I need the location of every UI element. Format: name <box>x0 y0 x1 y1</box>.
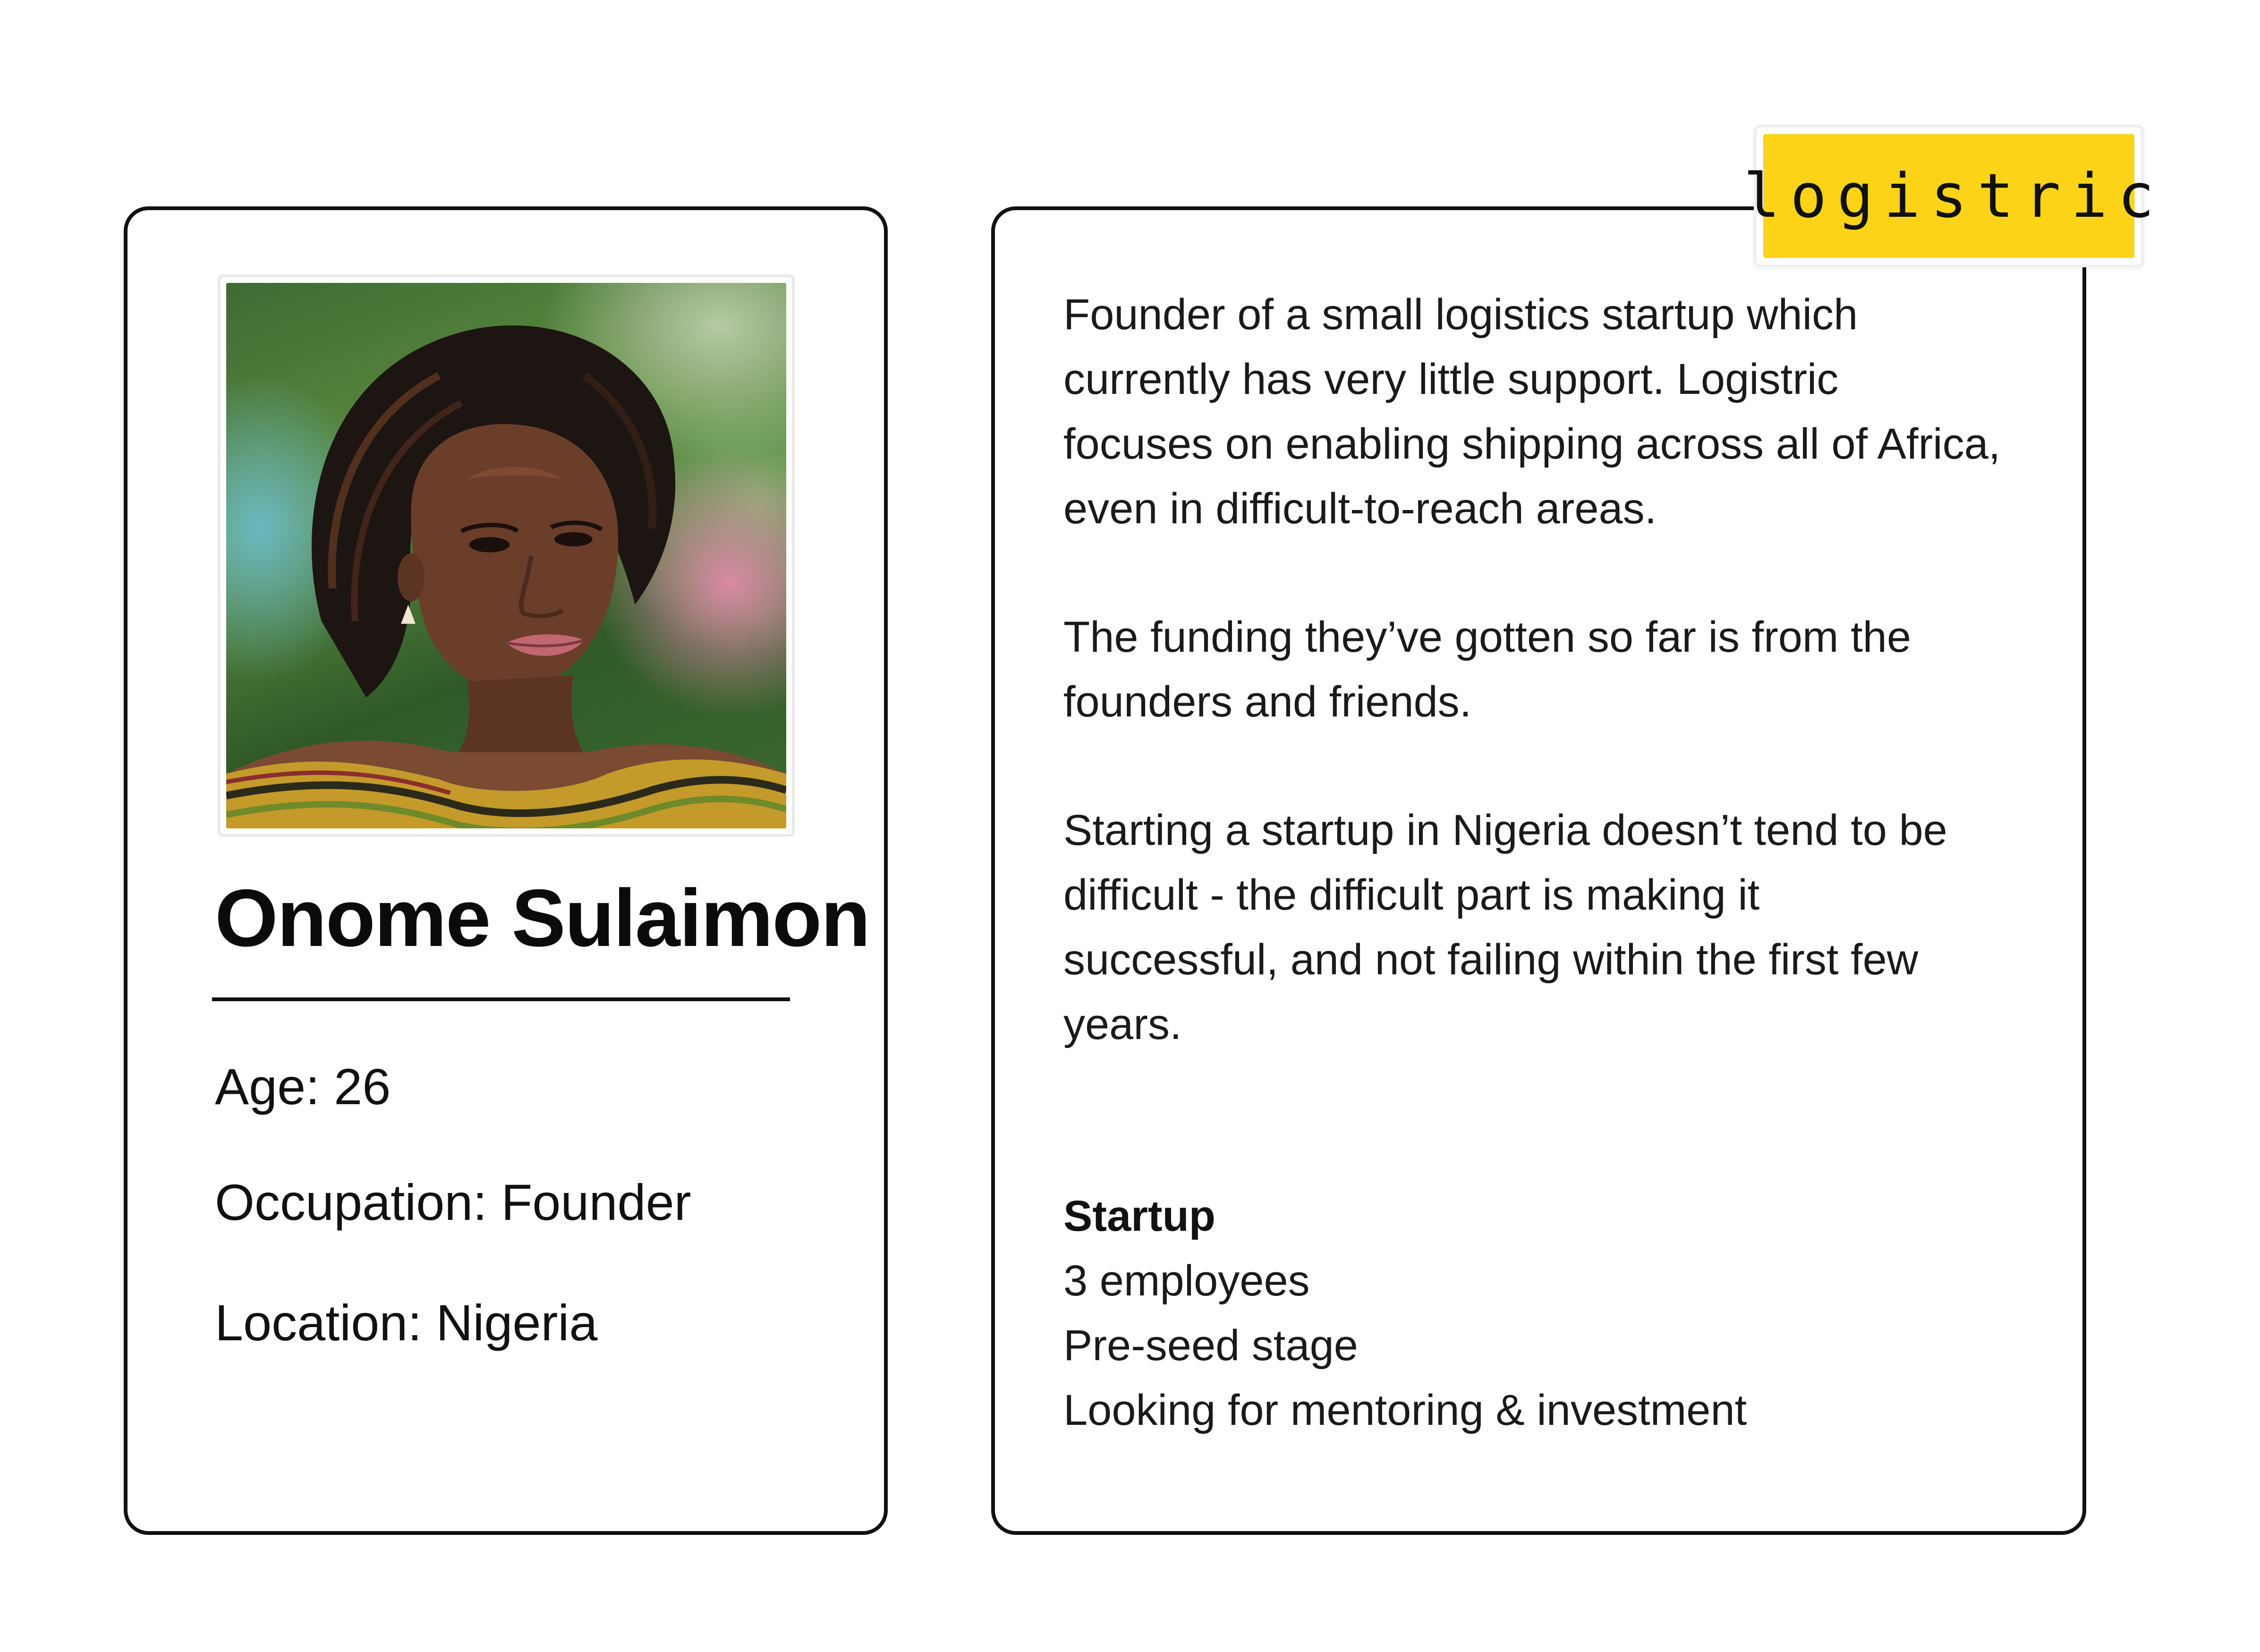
story-line: years. <box>1063 1000 1182 1048</box>
brand-wordmark: logistric <box>1743 161 2165 231</box>
brand-logo-background: logistric <box>1743 134 2154 258</box>
startup-heading: Startup <box>1063 1192 1215 1240</box>
story-line: even in difficult-to-reach areas. <box>1063 485 1657 533</box>
startup-detail-item: 3 employees <box>1063 1257 1310 1305</box>
profile-photo-frame <box>218 274 795 837</box>
location-field: Location: Nigeria <box>215 1294 598 1351</box>
age-field: Age: 26 <box>215 1058 391 1115</box>
story-line: Starting a startup in Nigeria doesn’t te… <box>1063 806 1947 854</box>
startup-detail-item: Pre-seed stage <box>1063 1321 1358 1370</box>
story-paragraph-1: Founder of a small logistics startup whi… <box>1063 282 2000 541</box>
story-line: founders and friends. <box>1063 678 1472 726</box>
portrait-illustration <box>226 325 786 828</box>
story-paragraph-2: The funding they’ve gotten so far is fro… <box>1063 605 1911 734</box>
story-line: successful, and not failing within the f… <box>1063 936 1919 984</box>
brand-logo-badge: logistric <box>1743 125 2154 267</box>
startup-details-list: 3 employees Pre-seed stage Looking for m… <box>1063 1249 1747 1443</box>
name-divider <box>212 997 790 1001</box>
startup-detail-item: Looking for mentoring & investment <box>1063 1386 1747 1434</box>
occupation-field: Occupation: Founder <box>215 1174 691 1231</box>
profile-photo <box>226 283 786 828</box>
person-name: Onome Sulaimon <box>215 873 870 963</box>
story-line: difficult - the difficult part is making… <box>1063 871 1760 919</box>
story-line: currently has very little support. Logis… <box>1063 355 1839 403</box>
story-line: Founder of a small logistics startup whi… <box>1063 290 1858 339</box>
story-paragraph-3: Starting a startup in Nigeria doesn’t te… <box>1063 798 1947 1057</box>
story-line: The funding they’ve gotten so far is fro… <box>1063 613 1911 661</box>
story-line: focuses on enabling shipping across all … <box>1063 420 2001 468</box>
